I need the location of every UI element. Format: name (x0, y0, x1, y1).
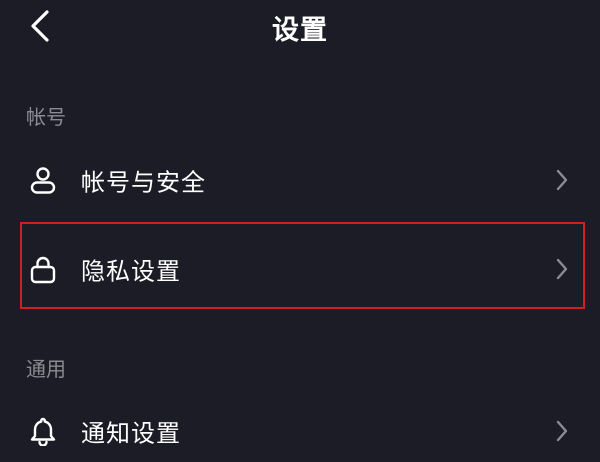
settings-item-label: 隐私设置 (81, 257, 181, 286)
header-bar: 设置 (0, 0, 600, 52)
settings-item-notifications[interactable]: 通知设置 (0, 400, 600, 462)
settings-item-privacy[interactable]: 隐私设置 (0, 238, 600, 300)
back-button[interactable] (22, 6, 58, 46)
section-title-general: 通用 (26, 357, 66, 381)
user-icon (28, 165, 58, 195)
section-title-account: 帐号 (26, 105, 66, 129)
settings-item-account-security[interactable]: 帐号与安全 (0, 149, 600, 211)
bell-icon (28, 416, 58, 446)
lock-icon (28, 254, 58, 284)
chevron-right-icon (552, 419, 572, 443)
chevron-left-icon (31, 10, 49, 42)
settings-item-label: 帐号与安全 (81, 168, 206, 197)
chevron-right-icon (552, 257, 572, 281)
page-title: 设置 (272, 15, 328, 46)
chevron-right-icon (552, 168, 572, 192)
settings-item-label: 通知设置 (81, 419, 181, 448)
